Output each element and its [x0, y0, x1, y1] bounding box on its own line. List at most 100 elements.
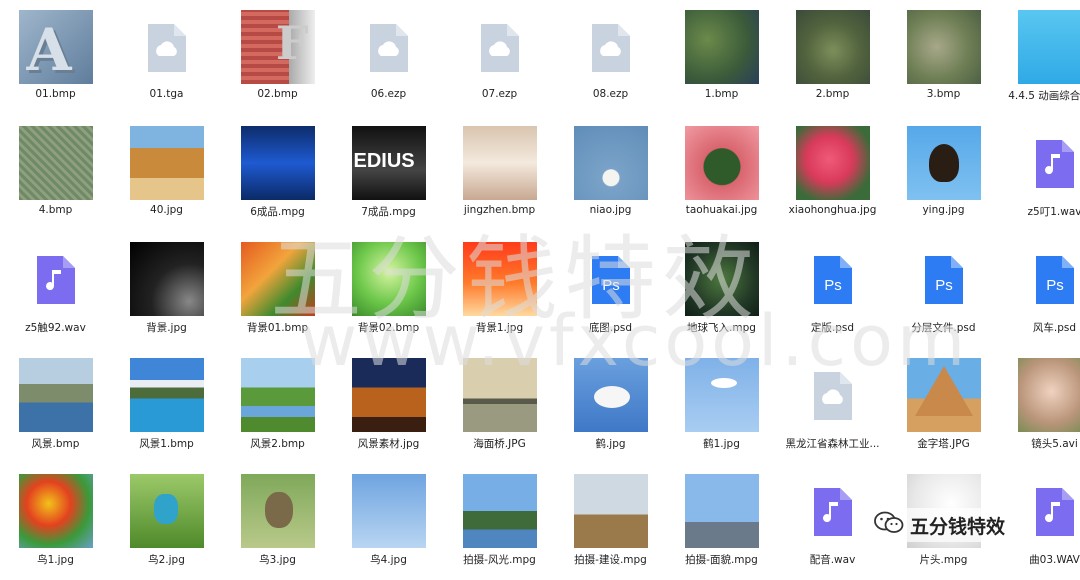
file-item[interactable]: 拍摄-风光.mpg [444, 464, 555, 580]
svg-text:Ps: Ps [935, 277, 953, 294]
bee-eater-thumbnail [130, 474, 204, 548]
music-file-icon [35, 254, 77, 306]
file-item[interactable]: 拍摄-建设.mpg [555, 464, 666, 580]
file-item[interactable]: 海面桥.JPG [444, 348, 555, 464]
file-name-label: 1.bmp [666, 88, 777, 100]
file-item[interactable]: 40.jpg [111, 116, 222, 232]
file-item[interactable]: Ps定版.psd [777, 232, 888, 348]
file-item[interactable]: Ps 分层文件.psd [888, 232, 999, 348]
file-name-label: 鸟2.jpg [111, 552, 222, 567]
file-name-label: taohuakai.jpg [666, 204, 777, 216]
letter-a-thumbnail: A [19, 10, 93, 84]
file-item[interactable]: 4.bmp [0, 116, 111, 232]
file-name-label: niao.jpg [555, 204, 666, 216]
cloud-file-icon [368, 22, 410, 74]
file-name-label: 底图.psd [555, 320, 666, 335]
file-item[interactable]: 风景.bmp [0, 348, 111, 464]
file-item[interactable]: 鸟1.jpg [0, 464, 111, 580]
file-item[interactable]: EDIUS7成品.mpg [333, 116, 444, 232]
file-name-label: 鸟1.jpg [0, 552, 111, 567]
file-item[interactable]: 金字塔.JPG [888, 348, 999, 464]
pyramid-thumbnail [907, 358, 981, 432]
file-name-label: 01.tga [111, 88, 222, 100]
file-item[interactable]: 鸟2.jpg [111, 464, 222, 580]
file-item[interactable]: 4.4.5 动画综合范... [999, 0, 1080, 116]
file-name-label: 拍摄-面貌.mpg [666, 552, 777, 567]
wechat-brand-badge: 五分钱特效 [868, 508, 1011, 542]
file-name-label: 曲03.WAV [999, 552, 1080, 567]
file-item[interactable]: A01.bmp [0, 0, 111, 116]
file-name-label: 40.jpg [111, 204, 222, 216]
file-item[interactable]: 拍摄-面貌.mpg [666, 464, 777, 580]
cityscape-thumbnail [685, 474, 759, 548]
cathedral-night-thumbnail [352, 358, 426, 432]
file-item[interactable]: 背景1.jpg [444, 232, 555, 348]
flying-crane-thumbnail [685, 358, 759, 432]
file-item[interactable]: 3.bmp [888, 0, 999, 116]
file-name-label: 6成品.mpg [222, 204, 333, 219]
cliff-sea-thumbnail [19, 358, 93, 432]
peach-blossom-thumbnail [685, 126, 759, 200]
brand-label: 五分钱特效 [910, 512, 1005, 539]
file-item[interactable]: taohuakai.jpg [666, 116, 777, 232]
file-item[interactable]: 风景1.bmp [111, 348, 222, 464]
dark-3d-thumbnail [130, 242, 204, 316]
file-item[interactable]: xiaohonghua.jpg [777, 116, 888, 232]
file-name-label: 背景.jpg [111, 320, 222, 335]
coast-thumbnail [130, 126, 204, 200]
file-item[interactable]: 背景01.bmp [222, 232, 333, 348]
parrots-thumbnail [19, 474, 93, 548]
small-bird-thumbnail [241, 474, 315, 548]
file-item[interactable]: 地球飞入.mpg [666, 232, 777, 348]
file-name-label: jingzhen.bmp [444, 204, 555, 216]
blue-panels-thumbnail [241, 126, 315, 200]
file-name-label: 金字塔.JPG [888, 436, 999, 451]
file-name-label: 鸟4.jpg [333, 552, 444, 567]
file-item[interactable]: 黑龙江省森林工业... [777, 348, 888, 464]
file-name-label: 分层文件.psd [888, 320, 999, 335]
file-item[interactable]: 鹤.jpg [555, 348, 666, 464]
file-item[interactable]: 07.ezp [444, 0, 555, 116]
file-item[interactable]: Ps底图.psd [555, 232, 666, 348]
cloud-file-icon [590, 22, 632, 74]
file-name-label: 02.bmp [222, 88, 333, 100]
file-item[interactable]: ying.jpg [888, 116, 999, 232]
file-item[interactable]: z5叮1.wav [999, 116, 1080, 232]
wechat-icon [874, 510, 904, 540]
file-item[interactable]: 6成品.mpg [222, 116, 333, 232]
file-item[interactable]: 08.ezp [555, 0, 666, 116]
file-item[interactable]: 鹤1.jpg [666, 348, 777, 464]
music-file-icon [1034, 138, 1076, 190]
file-item[interactable]: 2.bmp [777, 0, 888, 116]
file-name-label: 风车.psd [999, 320, 1080, 335]
file-name-label: 4.4.5 动画综合范... [999, 88, 1080, 103]
file-item[interactable]: 镜头5.avi [999, 348, 1080, 464]
file-item[interactable]: 风景2.bmp [222, 348, 333, 464]
file-item[interactable]: niao.jpg [555, 116, 666, 232]
construction-thumbnail [574, 474, 648, 548]
file-item[interactable]: 鸟4.jpg [333, 464, 444, 580]
file-item[interactable]: jingzhen.bmp [444, 116, 555, 232]
file-item[interactable]: 1.bmp [666, 0, 777, 116]
file-grid: A01.bmp01.tgaF02.bmp06.ezp07.ezp08.ezp1.… [0, 0, 1080, 575]
red-gradient-thumbnail [463, 242, 537, 316]
file-item[interactable]: 背景.jpg [111, 232, 222, 348]
music-file-icon [1034, 486, 1076, 538]
file-item[interactable]: 曲03.WAV [999, 464, 1080, 580]
file-name-label: 风景2.bmp [222, 436, 333, 451]
file-item[interactable]: 鸟3.jpg [222, 464, 333, 580]
file-item[interactable]: Ps风车.psd [999, 232, 1080, 348]
file-item[interactable]: 06.ezp [333, 0, 444, 116]
file-item[interactable]: z5触92.wav [0, 232, 111, 348]
landscape-thumbnail [463, 474, 537, 548]
file-name-label: 地球飞入.mpg [666, 320, 777, 335]
file-name-label: 风景.bmp [0, 436, 111, 451]
sea-bridge-thumbnail [463, 358, 537, 432]
file-name-label: 海面桥.JPG [444, 436, 555, 451]
file-item[interactable]: F02.bmp [222, 0, 333, 116]
file-item[interactable]: 风景素材.jpg [333, 348, 444, 464]
file-item[interactable]: 背景02.bmp [333, 232, 444, 348]
file-item[interactable]: 01.tga [111, 0, 222, 116]
file-name-label: 黑龙江省森林工业... [777, 436, 888, 451]
cloud-file-icon [146, 22, 188, 74]
